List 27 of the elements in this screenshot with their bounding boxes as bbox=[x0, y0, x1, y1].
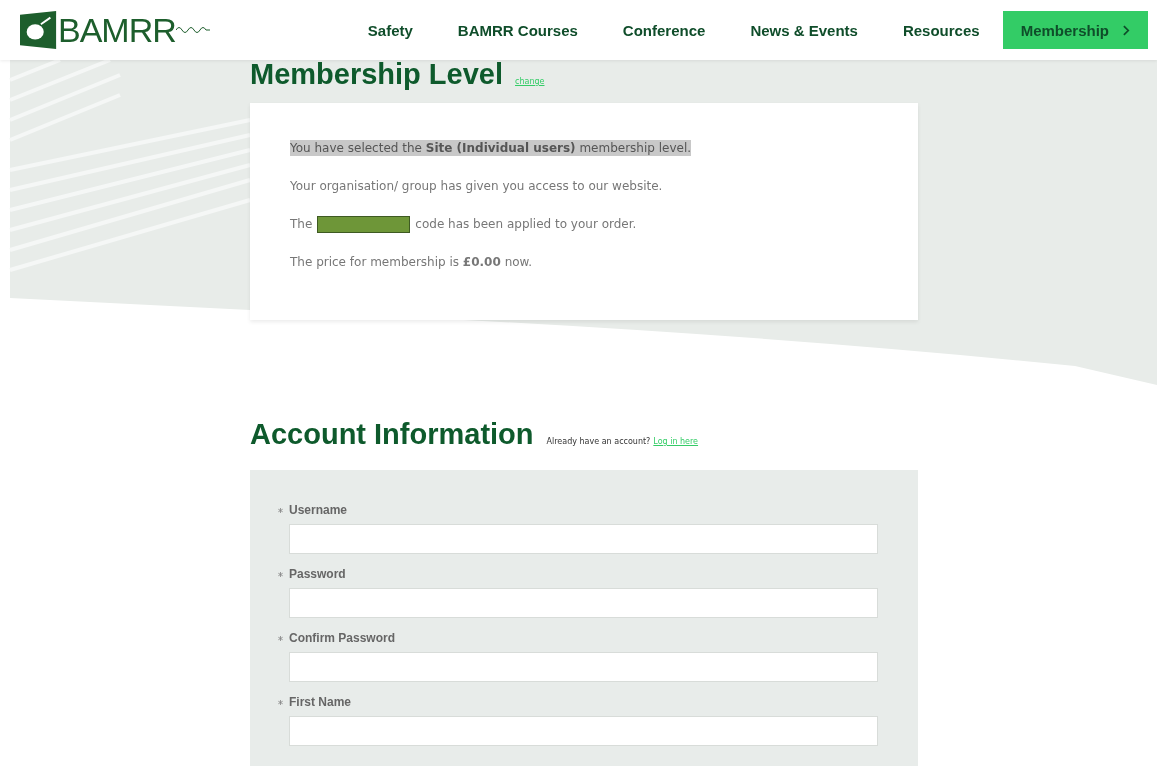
price-text: The price for membership is £0.00 now. bbox=[290, 255, 533, 269]
nav-link[interactable]: BAMRR Courses bbox=[457, 21, 578, 39]
input-field[interactable] bbox=[289, 588, 878, 618]
logo-text: BAMRR bbox=[58, 10, 176, 50]
nav-link[interactable]: News & Events bbox=[750, 21, 858, 39]
input-field[interactable] bbox=[289, 716, 878, 746]
chevron-icon bbox=[1123, 24, 1130, 36]
access-note: Your organisation/ group has given you access to our website. bbox=[290, 179, 663, 193]
login-prompt: Already have an account? bbox=[546, 437, 651, 446]
nav-link[interactable]: Resources bbox=[902, 21, 980, 39]
membership-button[interactable]: Membership bbox=[1002, 11, 1148, 49]
logo[interactable]: BAMRR bbox=[20, 10, 210, 50]
selection-text: You have selected the Site (Individual users) membership level. bbox=[290, 140, 692, 156]
input-field[interactable] bbox=[289, 652, 878, 682]
field-label: Confirm Password bbox=[289, 631, 396, 645]
nav-link[interactable]: Safety bbox=[367, 21, 413, 39]
code-text: code has been applied to your order. bbox=[415, 217, 637, 231]
section-title: Account Information bbox=[250, 420, 534, 448]
field-label: Username bbox=[289, 503, 348, 517]
field-label: Password bbox=[289, 567, 346, 581]
logo-icon bbox=[20, 10, 58, 50]
nav-link[interactable]: Conference bbox=[622, 21, 706, 39]
wave-icon bbox=[175, 25, 210, 35]
code-text: The bbox=[290, 217, 313, 231]
input-field[interactable] bbox=[289, 524, 878, 554]
section-title: Membership Level bbox=[250, 60, 504, 88]
field-label: First Name bbox=[289, 695, 352, 709]
